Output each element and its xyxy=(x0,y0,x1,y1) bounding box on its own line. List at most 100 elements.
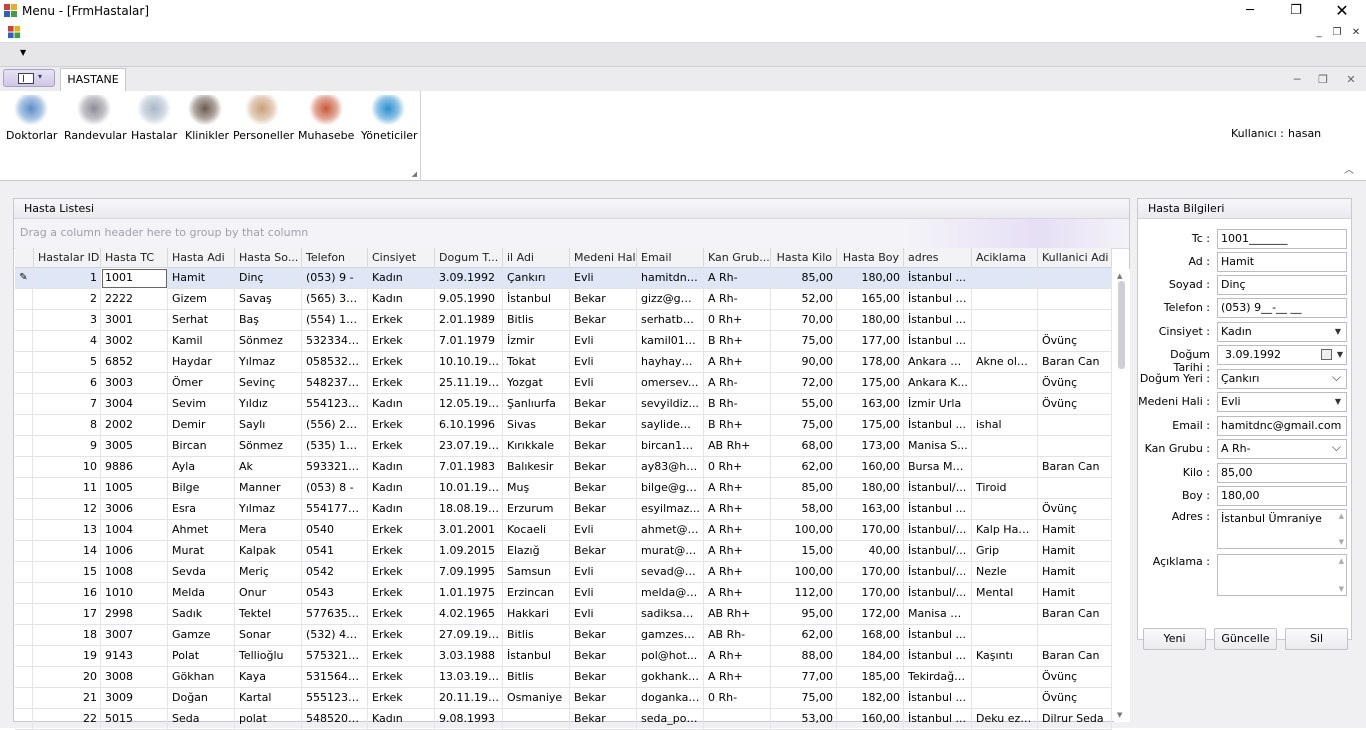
table-cell[interactable]: seda_pola... xyxy=(637,709,704,730)
table-cell[interactable]: Mera xyxy=(235,520,302,541)
table-cell[interactable]: İstanbul/... xyxy=(904,541,972,562)
table-cell[interactable]: 2 xyxy=(34,289,101,310)
table-cell[interactable]: Hamit xyxy=(1038,562,1112,583)
table-cell[interactable]: Murat xyxy=(168,541,235,562)
table-cell[interactable]: 75,00 xyxy=(771,331,837,352)
table-cell[interactable]: AB Rh+ xyxy=(704,604,771,625)
table-cell[interactable]: 13.03.1984 xyxy=(435,667,503,688)
row-indicator[interactable] xyxy=(15,625,33,646)
table-row[interactable]: 12 3006 Esra Yılmaz 5541774... Kadın 18.08.198… xyxy=(15,499,1112,520)
table-cell[interactable]: 170,00 xyxy=(837,583,904,604)
table-cell[interactable]: 52,00 xyxy=(771,289,837,310)
table-cell[interactable] xyxy=(972,667,1038,688)
table-cell[interactable]: 3001 xyxy=(101,310,168,331)
row-indicator[interactable] xyxy=(15,436,33,457)
table-cell[interactable]: 5015 xyxy=(101,709,168,730)
table-cell[interactable]: Kocaeli xyxy=(503,520,570,541)
table-cell[interactable]: Gizem xyxy=(168,289,235,310)
table-cell[interactable]: Mental xyxy=(972,583,1038,604)
grid-vertical-scrollbar[interactable]: ▲ ▼ xyxy=(1114,269,1130,722)
table-cell[interactable]: 75,00 xyxy=(771,688,837,709)
row-indicator[interactable] xyxy=(15,604,33,625)
table-cell[interactable]: Balıkesir xyxy=(503,457,570,478)
table-cell[interactable]: 100,00 xyxy=(771,520,837,541)
table-cell[interactable]: 0 Rh+ xyxy=(704,457,771,478)
table-cell[interactable]: 0540 xyxy=(302,520,368,541)
table-cell[interactable]: 4 xyxy=(34,331,101,352)
table-cell[interactable]: 2002 xyxy=(101,415,168,436)
table-cell[interactable]: 27.09.1981 xyxy=(435,625,503,646)
table-cell[interactable]: 0542 xyxy=(302,562,368,583)
table-cell[interactable]: Kadın xyxy=(368,289,435,310)
table-row[interactable]: 7 3004 Sevim Yıldız 5541234... Kadın 12.05.198… xyxy=(15,394,1112,415)
table-cell[interactable]: AB Rh+ xyxy=(704,436,771,457)
table-cell[interactable]: 95,00 xyxy=(771,604,837,625)
table-cell[interactable]: 55,00 xyxy=(771,394,837,415)
table-cell[interactable]: 88,00 xyxy=(771,646,837,667)
table-cell[interactable]: Yılmaz xyxy=(235,499,302,520)
table-cell[interactable]: sadiksadi... xyxy=(637,604,704,625)
table-cell[interactable]: 5485203... xyxy=(302,709,368,730)
birthdate-picker[interactable]: 3.09.1992 xyxy=(1217,345,1347,365)
table-cell[interactable]: 72,00 xyxy=(771,373,837,394)
table-cell[interactable]: 22 xyxy=(34,709,101,730)
table-cell[interactable]: sevad@g... xyxy=(637,562,704,583)
column-header[interactable]: Email xyxy=(637,248,704,268)
row-indicator[interactable] xyxy=(15,352,33,373)
table-cell[interactable]: omersev... xyxy=(637,373,704,394)
table-row[interactable]: 18 3007 Gamze Sonar (532) 457... Erkek 27.09.1… xyxy=(15,625,1112,646)
table-cell[interactable]: (053) 8 - xyxy=(302,478,368,499)
row-indicator[interactable] xyxy=(15,499,33,520)
table-cell[interactable]: Kadın xyxy=(368,478,435,499)
row-indicator[interactable] xyxy=(15,478,33,499)
application-menu-button[interactable]: ▾ xyxy=(3,69,55,87)
restore-button[interactable]: ❐ xyxy=(1273,0,1319,23)
table-cell[interactable]: Övünç xyxy=(1038,394,1112,415)
table-cell[interactable]: A Rh- xyxy=(704,289,771,310)
table-cell[interactable]: Erkek xyxy=(368,688,435,709)
table-cell[interactable]: Sadık xyxy=(168,604,235,625)
table-cell[interactable]: İstanbul Şişli xyxy=(904,289,972,310)
table-cell[interactable]: 19 xyxy=(34,646,101,667)
table-cell[interactable]: 18 xyxy=(34,625,101,646)
table-cell[interactable]: Evli xyxy=(570,268,637,289)
table-cell[interactable]: İstanbul ... xyxy=(904,268,972,289)
table-cell[interactable]: (565) 321... xyxy=(302,289,368,310)
table-cell[interactable]: sevyildiz... xyxy=(637,394,704,415)
table-cell[interactable]: Sevim xyxy=(168,394,235,415)
table-cell[interactable]: 1004 xyxy=(101,520,168,541)
table-cell[interactable]: Akne oluş... xyxy=(972,352,1038,373)
tab-hastane[interactable]: HASTANE xyxy=(60,68,126,92)
table-cell[interactable]: Bitlis xyxy=(503,310,570,331)
table-cell[interactable] xyxy=(1038,268,1112,289)
update-button[interactable]: Güncelle xyxy=(1214,628,1277,650)
table-cell[interactable] xyxy=(972,268,1038,289)
table-cell[interactable]: 6 xyxy=(34,373,101,394)
table-cell[interactable]: 2998 xyxy=(101,604,168,625)
table-cell[interactable]: Sonar xyxy=(235,625,302,646)
table-cell[interactable]: Erkek xyxy=(368,310,435,331)
table-cell[interactable]: Melda xyxy=(168,583,235,604)
table-cell[interactable]: 185,00 xyxy=(837,667,904,688)
table-cell[interactable] xyxy=(1038,415,1112,436)
table-cell[interactable]: Övünç xyxy=(1038,331,1112,352)
table-cell[interactable]: B Rh- xyxy=(704,394,771,415)
table-cell[interactable]: 170,00 xyxy=(837,562,904,583)
memo-scroll-down-icon[interactable]: ▼ xyxy=(1339,538,1344,546)
table-cell[interactable]: Demir xyxy=(168,415,235,436)
table-cell[interactable] xyxy=(972,625,1038,646)
table-cell[interactable]: Bekar xyxy=(570,436,637,457)
table-cell[interactable]: 548237899 xyxy=(302,373,368,394)
group-by-panel[interactable]: Drag a column header here to group by th… xyxy=(14,219,1129,249)
table-cell[interactable]: Tekirdağ ... xyxy=(904,667,972,688)
table-cell[interactable]: 4.02.1965 xyxy=(435,604,503,625)
table-cell[interactable]: A Rh- xyxy=(704,268,771,289)
table-cell[interactable]: 3.09.1992 xyxy=(435,268,503,289)
table-cell[interactable]: bircan123... xyxy=(637,436,704,457)
table-cell[interactable]: Sevda xyxy=(168,562,235,583)
table-cell[interactable] xyxy=(704,709,771,730)
table-cell[interactable] xyxy=(1038,289,1112,310)
table-row[interactable]: ✎ 1 1001 Hamit Dinç (053) 9 - Kadın 3.09.1992 Ça… xyxy=(15,268,1112,289)
table-cell[interactable]: Yozgat xyxy=(503,373,570,394)
table-cell[interactable]: 184,00 xyxy=(837,646,904,667)
